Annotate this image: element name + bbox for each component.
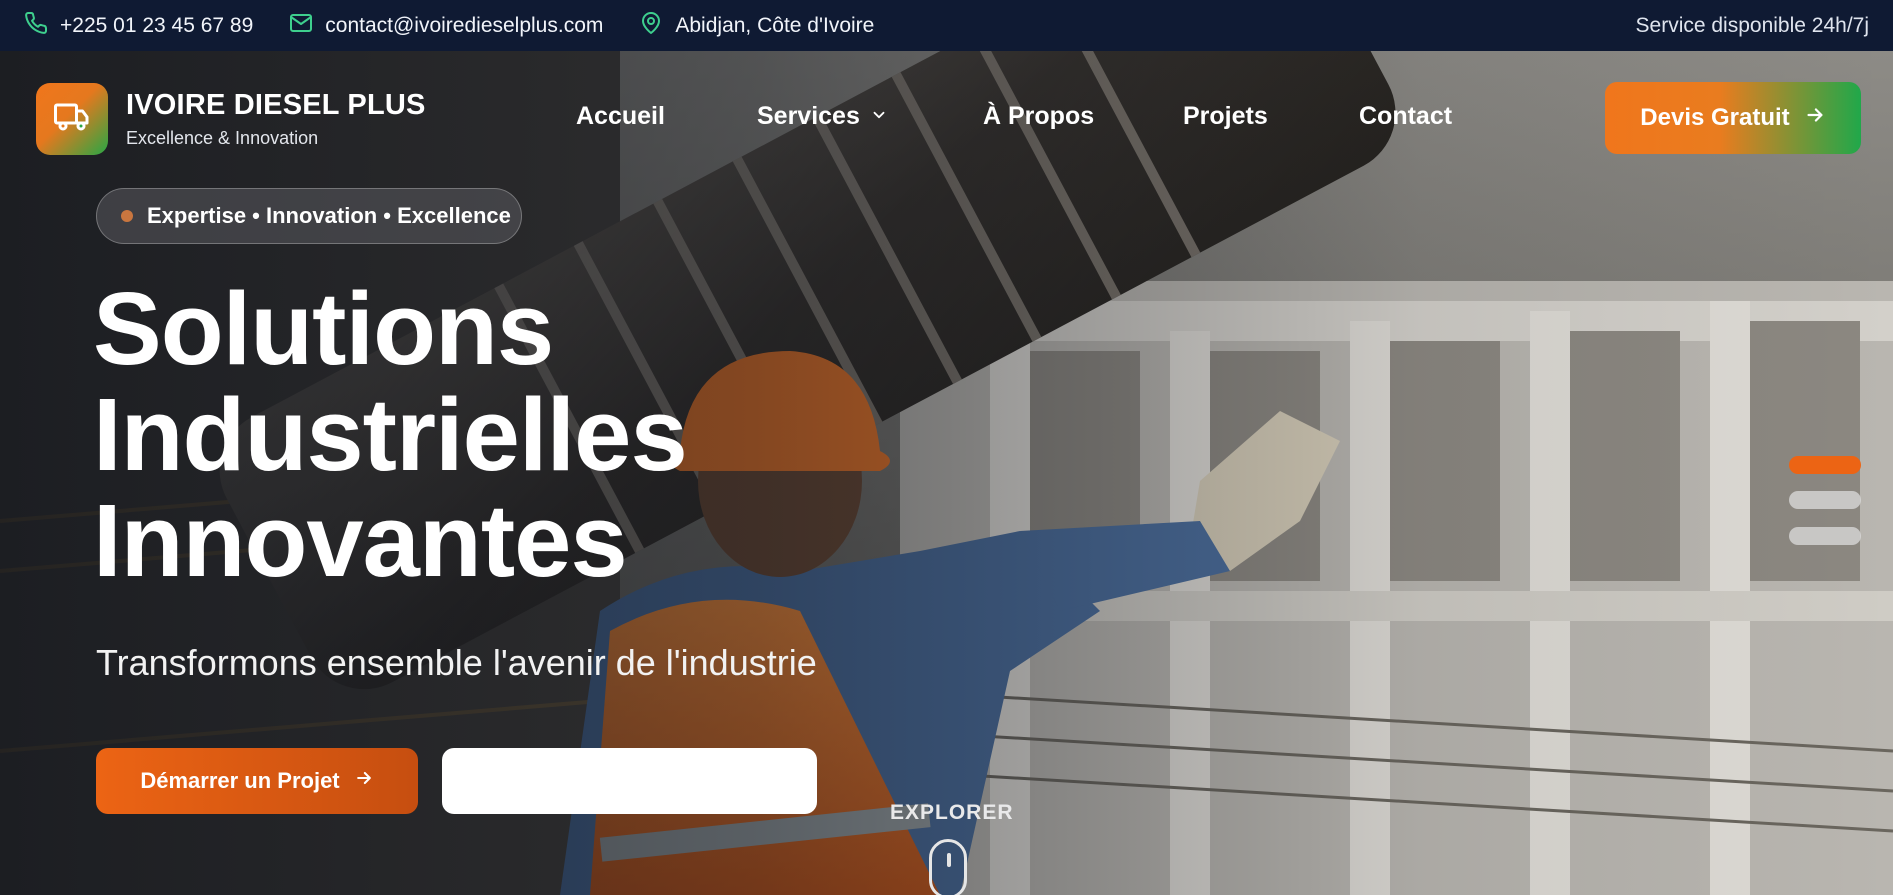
start-project-button[interactable]: Démarrer un Projet — [96, 748, 418, 814]
nav-contact-label: Contact — [1359, 102, 1453, 130]
free-quote-button[interactable]: Devis Gratuit — [1605, 82, 1861, 154]
nav-projets[interactable]: Projets — [1183, 102, 1268, 131]
mouse-wheel — [947, 853, 951, 867]
slide-indicator-active[interactable] — [1789, 456, 1861, 474]
nav-services[interactable]: Services — [757, 102, 888, 131]
nav-accueil-label: Accueil — [576, 102, 665, 130]
hero-badge-text: Expertise • Innovation • Excellence — [147, 203, 511, 228]
top-info-bar: +225 01 23 45 67 89 contact@ivoirediesel… — [0, 0, 1893, 51]
arrow-right-icon — [340, 768, 374, 794]
slide-indicator[interactable] — [1789, 527, 1861, 545]
location-contact: Abidjan, Côte d'Ivoire — [639, 11, 874, 41]
free-quote-label: Devis Gratuit — [1640, 104, 1790, 131]
service-availability: Service disponible 24h/7j — [1635, 13, 1869, 37]
arrow-right-icon — [1790, 104, 1826, 133]
mail-icon — [289, 11, 325, 41]
hero-title-line: Innovantes — [93, 483, 628, 598]
email-address: contact@ivoiredieselplus.com — [325, 13, 604, 37]
nav-a-propos[interactable]: À Propos — [983, 102, 1094, 131]
logo[interactable] — [36, 83, 108, 155]
phone-contact[interactable]: +225 01 23 45 67 89 — [24, 11, 253, 41]
start-project-label: Démarrer un Projet — [140, 768, 340, 793]
hero-title-line: Industrielles — [93, 377, 688, 492]
chevron-down-icon — [860, 102, 888, 131]
main-navbar: IVOIRE DIESEL PLUS Excellence & Innovati… — [0, 51, 1893, 183]
nav-accueil[interactable]: Accueil — [576, 102, 665, 131]
map-pin-icon — [639, 11, 675, 41]
hero-title: Solutions Industrielles Innovantes — [93, 271, 688, 598]
email-contact[interactable]: contact@ivoiredieselplus.com — [289, 11, 603, 41]
brand-tagline: Excellence & Innovation — [126, 128, 319, 148]
secondary-button[interactable] — [442, 748, 817, 814]
hero-title-line: Solutions — [93, 271, 554, 386]
mouse-icon[interactable] — [929, 839, 967, 895]
phone-icon — [24, 11, 60, 41]
slide-indicator[interactable] — [1789, 491, 1861, 509]
truck-icon — [54, 99, 90, 140]
explore-label[interactable]: EXPLORER — [890, 801, 1014, 825]
nav-projets-label: Projets — [1183, 102, 1268, 130]
phone-number: +225 01 23 45 67 89 — [60, 13, 254, 37]
hero-subtitle: Transformons ensemble l'avenir de l'indu… — [96, 642, 817, 683]
nav-a-propos-label: À Propos — [983, 102, 1095, 130]
nav-contact[interactable]: Contact — [1359, 102, 1452, 131]
nav-services-label: Services — [757, 102, 860, 130]
hero-badge: Expertise • Innovation • Excellence — [96, 188, 522, 244]
location-text: Abidjan, Côte d'Ivoire — [675, 13, 875, 37]
badge-dot — [121, 210, 133, 222]
brand-name[interactable]: IVOIRE DIESEL PLUS — [126, 89, 426, 122]
